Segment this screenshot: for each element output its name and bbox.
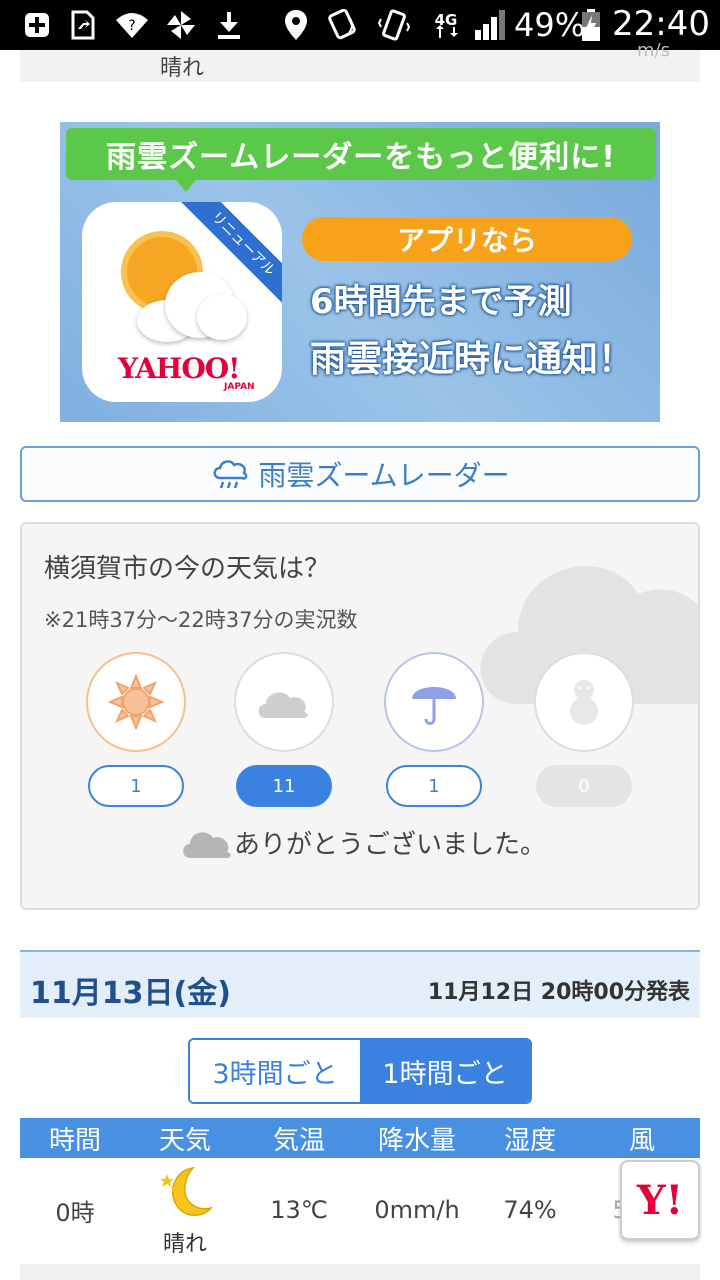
thanks-message: ありがとうございました。 bbox=[180, 822, 546, 862]
vote-rainy-button[interactable] bbox=[384, 652, 484, 752]
forecast-issued-time: 11月12日 20時00分発表 bbox=[427, 980, 690, 1005]
header-weather: 天気 bbox=[158, 1125, 211, 1156]
row-weather-cell: 晴れ bbox=[130, 1158, 240, 1262]
header-wind: 風 bbox=[628, 1125, 655, 1156]
rain-radar-button[interactable]: 雨雲ズームレーダー bbox=[20, 446, 700, 502]
navigation-icon bbox=[68, 9, 98, 41]
vibrate-icon bbox=[376, 9, 412, 41]
rain-cloud-icon bbox=[213, 460, 248, 489]
app-promo-banner[interactable]: 雨雲ズームレーダーをもっと便利に! リニューアル YAHOO! JAPAN アプ… bbox=[60, 122, 660, 422]
weather-app-icon: リニューアル YAHOO! JAPAN bbox=[82, 202, 282, 402]
vote-sunny-button[interactable] bbox=[86, 652, 186, 752]
banner-line-forecast: 6時間先まで予測 bbox=[310, 282, 572, 322]
previous-wind-unit: m/s bbox=[637, 40, 670, 61]
yahoo-logo: Y! bbox=[636, 1176, 684, 1224]
current-weather-poll: 横須賀市の今の天気は？ ※21時37分〜22時37分の実況数 1 11 1 0 … bbox=[20, 522, 700, 910]
vote-snowy-button[interactable] bbox=[534, 652, 634, 752]
moon-icon bbox=[160, 1167, 214, 1216]
vote-cloudy-button[interactable] bbox=[234, 652, 334, 752]
pinwheel-icon bbox=[164, 9, 198, 41]
battery-percent: 49% bbox=[514, 6, 586, 44]
nfc-icon bbox=[326, 9, 362, 41]
current-weather-note: ※21時37分〜22時37分の実況数 bbox=[44, 608, 358, 632]
forecast-table-header: 時間 天気 気温 降水量 湿度 風 bbox=[20, 1118, 700, 1158]
yahoo-home-button[interactable]: Y! bbox=[620, 1160, 700, 1240]
vote-rainy-count: 1 bbox=[386, 765, 482, 807]
cloud-icon bbox=[183, 832, 231, 858]
svg-text:?: ? bbox=[128, 18, 135, 34]
banner-headline: 雨雲ズームレーダーをもっと便利に! bbox=[66, 128, 656, 192]
current-weather-title: 横須賀市の今の天気は？ bbox=[44, 554, 331, 584]
status-bar: ? 4G 49% 22:40 bbox=[0, 0, 720, 50]
sun-icon bbox=[108, 674, 164, 730]
header-time: 時間 bbox=[48, 1125, 101, 1156]
yahoo-logo: YAHOO! bbox=[118, 352, 240, 385]
previous-weather-label: 晴れ bbox=[160, 56, 205, 81]
row-humidity: 74% bbox=[503, 1196, 557, 1224]
banner-line-notify: 雨雲接近時に通知！ bbox=[310, 339, 635, 380]
network-label: 4G bbox=[435, 11, 458, 29]
header-humidity: 湿度 bbox=[503, 1125, 556, 1156]
cloud-icon bbox=[258, 692, 308, 718]
next-forecast-row bbox=[20, 1264, 700, 1280]
network-type-icon: 4G bbox=[426, 9, 466, 41]
battery-charging-icon bbox=[580, 9, 602, 41]
yahoo-logo-sub: JAPAN bbox=[224, 382, 255, 392]
previous-forecast-row: 晴れ m/s bbox=[20, 40, 700, 82]
row-precipitation: 0mm/h bbox=[374, 1196, 460, 1224]
interval-toggle: 3時間ごと 1時間ごと bbox=[188, 1038, 532, 1104]
row-weather-label: 晴れ bbox=[162, 1232, 207, 1257]
snowman-icon bbox=[570, 680, 598, 725]
vote-cloudy-count: 11 bbox=[236, 765, 332, 807]
vote-snowy-count: 0 bbox=[536, 765, 632, 807]
banner-pill: アプリなら bbox=[302, 217, 632, 261]
forecast-date: 11月13日(金) bbox=[30, 976, 231, 1011]
vote-sunny-count: 1 bbox=[88, 765, 184, 807]
signal-icon bbox=[472, 9, 508, 41]
table-row: 0時 晴れ 13℃ 0mm/h 74% 5m/s bbox=[20, 1158, 700, 1262]
header-precipitation: 降水量 bbox=[377, 1125, 456, 1156]
wifi-question-icon: ? bbox=[114, 9, 150, 41]
one-hour-tab[interactable]: 1時間ごと bbox=[360, 1040, 530, 1102]
umbrella-icon bbox=[412, 687, 456, 725]
rain-radar-label: 雨雲ズームレーダー bbox=[258, 459, 510, 492]
location-icon bbox=[282, 9, 310, 41]
forecast-date-header: 11月13日(金) 11月12日 20時00分発表 bbox=[20, 950, 700, 1018]
three-hour-tab[interactable]: 3時間ごと bbox=[190, 1040, 360, 1102]
row-time: 0時 bbox=[55, 1198, 95, 1227]
download-icon bbox=[214, 9, 244, 41]
clock: 22:40 bbox=[612, 4, 710, 44]
cloud-icon bbox=[137, 272, 247, 342]
thanks-text: ありがとうございました。 bbox=[234, 829, 547, 860]
add-notification-icon bbox=[22, 9, 52, 41]
row-temperature: 13℃ bbox=[270, 1196, 328, 1224]
header-temperature: 気温 bbox=[272, 1125, 325, 1156]
